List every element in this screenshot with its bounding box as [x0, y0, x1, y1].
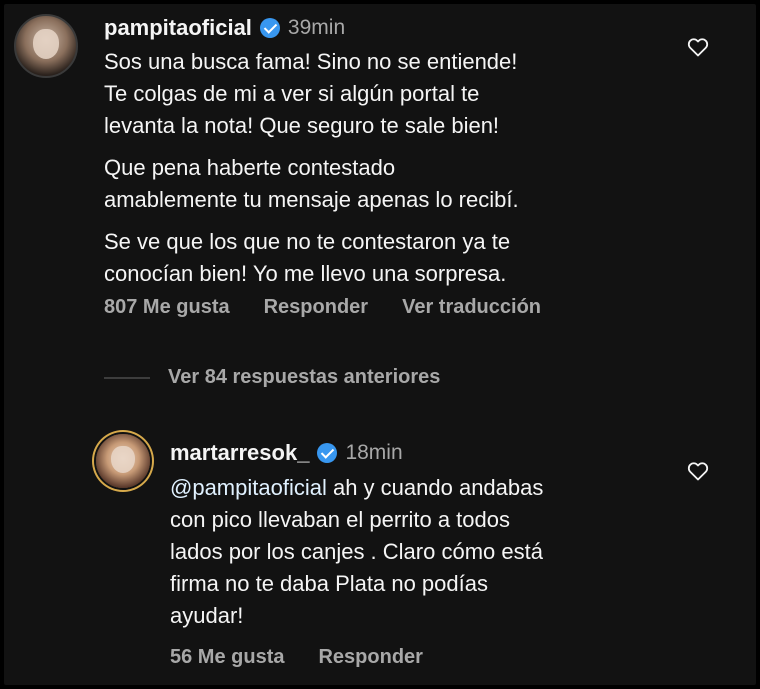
- reply-button[interactable]: Responder: [264, 296, 368, 319]
- comment-header: pampitaoficial 39min: [104, 15, 345, 41]
- reply-reply-button[interactable]: Responder: [318, 646, 422, 669]
- reply-mention-link[interactable]: @pampitaoficial: [170, 475, 327, 500]
- comment-likes-count[interactable]: 807 Me gusta: [104, 296, 230, 319]
- reply-timestamp: 18min: [345, 441, 403, 464]
- comment-paragraph: Sos una busca fama! Sino no se entiende!…: [104, 49, 518, 138]
- view-previous-replies-label: Ver 84 respuestas anteriores: [168, 366, 441, 388]
- comment-actions: 807 Me gusta Responder Ver traducción: [104, 296, 541, 319]
- avatar-martarresok[interactable]: [96, 434, 150, 488]
- comment-username[interactable]: pampitaoficial: [104, 15, 252, 41]
- verified-badge-icon: [259, 18, 280, 38]
- replies-divider: [104, 376, 150, 379]
- reply-header: martarresok_ 18min: [170, 440, 403, 466]
- avatar-pampitaoficial[interactable]: [14, 14, 78, 78]
- comment-paragraph: Se ve que los que no te contestaron ya t…: [104, 229, 511, 286]
- comment-paragraph: Que pena haberte contestado amablemente …: [104, 155, 519, 212]
- heart-outline-icon[interactable]: [686, 35, 710, 59]
- see-translation-button[interactable]: Ver traducción: [402, 296, 541, 319]
- comment-timestamp: 39min: [287, 16, 346, 39]
- verified-badge-icon: [317, 443, 338, 463]
- comment-body: Sos una busca fama! Sino no se entiende!…: [104, 46, 519, 300]
- reply-username[interactable]: martarresok_: [170, 440, 309, 466]
- reply-likes-count[interactable]: 56 Me gusta: [170, 646, 284, 669]
- comments-panel: pampitaoficial 39min Sos una busca fama!…: [4, 4, 756, 685]
- reply-body: @pampitaoficial ah y cuando andabas con …: [170, 472, 543, 632]
- heart-outline-icon[interactable]: [686, 459, 710, 483]
- reply-actions: 56 Me gusta Responder: [170, 646, 423, 669]
- view-previous-replies-button[interactable]: Ver 84 respuestas anteriores: [104, 366, 440, 389]
